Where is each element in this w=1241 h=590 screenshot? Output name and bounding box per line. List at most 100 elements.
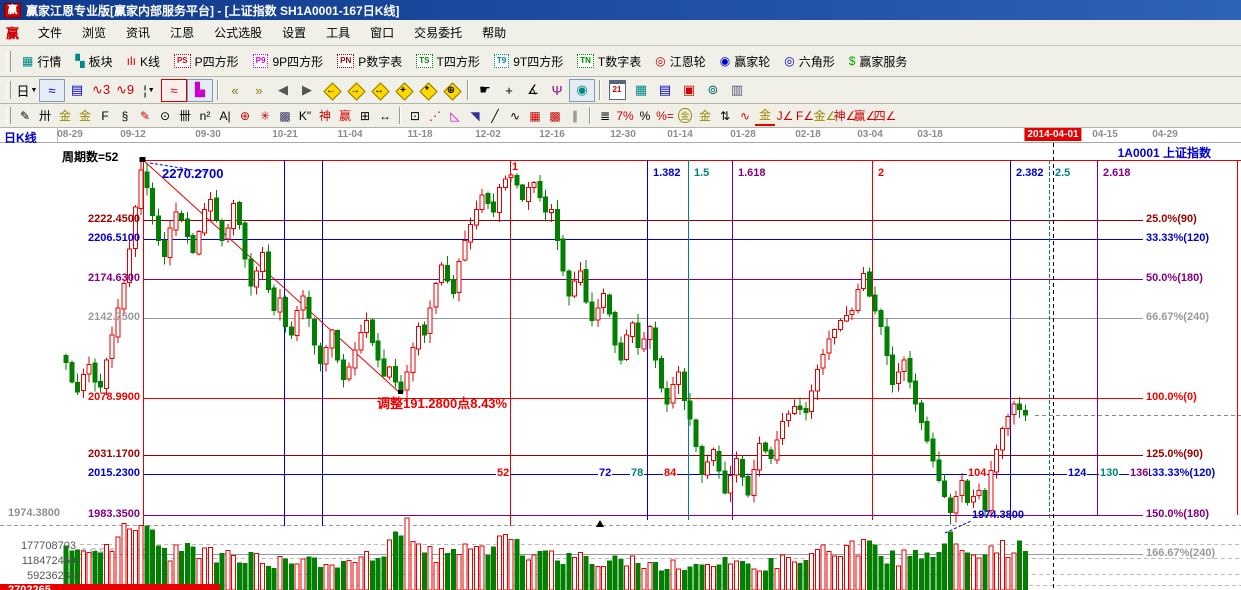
drag-hand-button[interactable]: ☛ bbox=[473, 80, 497, 101]
workstation-button[interactable]: ▥ bbox=[725, 80, 749, 101]
gold-angle-button[interactable]: 金∠ bbox=[815, 106, 835, 125]
title-bar[interactable]: 赢 赢家江恩专业版[赢家内部服务平台] - [上证指数 SH1A0001-167… bbox=[0, 0, 1241, 20]
t-table-button[interactable]: TNT数字表 bbox=[570, 51, 648, 72]
pct-seven-button[interactable]: 7% bbox=[615, 106, 635, 125]
pct-button[interactable]: % bbox=[635, 106, 655, 125]
period-day-button[interactable]: 日▼ bbox=[15, 80, 39, 101]
ray-box-navy-button[interactable]: ◥ bbox=[465, 106, 485, 125]
grid-red-2-button[interactable]: ▩ bbox=[545, 106, 565, 125]
slant-lines-button[interactable]: ∥ bbox=[565, 106, 585, 125]
hexagon-button[interactable]: ◎六角形 bbox=[777, 51, 842, 72]
next-bar-button[interactable]: ▶ bbox=[295, 80, 319, 101]
service-button[interactable]: $赢家服务 bbox=[842, 51, 915, 72]
four-angle-button[interactable]: 四∠ bbox=[875, 106, 895, 125]
zigzag-tool-button[interactable]: ∿ bbox=[505, 106, 525, 125]
smart-analysis-button[interactable]: ◉ bbox=[569, 79, 595, 102]
bar-compare-button[interactable]: ≣ bbox=[595, 106, 615, 125]
ying-grid-button[interactable]: 赢 bbox=[335, 106, 355, 125]
t-square-button[interactable]: TST四方形 bbox=[409, 51, 487, 72]
quote-button[interactable]: ▦行情 bbox=[15, 51, 68, 72]
a-wave-red-button[interactable]: ∿ bbox=[735, 106, 755, 125]
f-grid-button[interactable]: F bbox=[95, 106, 115, 125]
structure-tree-button[interactable]: Ψ bbox=[545, 80, 569, 101]
menu-item-7[interactable]: 窗口 bbox=[361, 21, 403, 44]
toolbar-grip[interactable] bbox=[6, 107, 11, 123]
pen-updown-button[interactable]: ⇅ bbox=[715, 106, 735, 125]
ying-angle-button[interactable]: 赢∠ bbox=[855, 106, 875, 125]
p-table-button[interactable]: PNP数字表 bbox=[330, 51, 409, 72]
menu-item-1[interactable]: 浏览 bbox=[73, 21, 115, 44]
shen-angle-button[interactable]: 神∠ bbox=[835, 106, 855, 125]
grid-123-button[interactable]: ⊞ bbox=[355, 106, 375, 125]
menu-item-5[interactable]: 设置 bbox=[273, 21, 315, 44]
ray-box-magenta-button[interactable]: ◺ bbox=[445, 106, 465, 125]
gold-circle-button[interactable]: 金 bbox=[675, 106, 695, 125]
notes-button[interactable]: ▤ bbox=[653, 80, 677, 101]
span-arrows-button[interactable]: ↔ bbox=[375, 106, 395, 125]
p-square-button[interactable]: PSP四方形 bbox=[167, 51, 246, 72]
menu-item-9[interactable]: 帮助 bbox=[473, 21, 515, 44]
gold-grid-2-button[interactable]: 金 bbox=[75, 106, 95, 125]
first-bar-button[interactable]: « bbox=[223, 80, 247, 101]
candle-style-button[interactable]: ¦▼ bbox=[137, 80, 161, 101]
prev-bar-button[interactable]: ◀ bbox=[271, 80, 295, 101]
box-tool-button[interactable]: ⊡ bbox=[405, 106, 425, 125]
brush-red-button[interactable]: ✎ bbox=[135, 106, 155, 125]
gold-redline-button[interactable]: 金 bbox=[755, 105, 775, 126]
shift-left-button[interactable]: ← bbox=[319, 80, 343, 101]
menu-item-8[interactable]: 交易委托 bbox=[405, 21, 471, 44]
grid-44-button[interactable]: 卌 bbox=[175, 106, 195, 125]
menu-item-0[interactable]: 文件 bbox=[29, 21, 71, 44]
net-sync-button[interactable]: ⊚ bbox=[701, 80, 725, 101]
save-button[interactable]: ▣ bbox=[677, 80, 701, 101]
gann-clock-button[interactable]: ⊙ bbox=[155, 106, 175, 125]
zoom-in-button[interactable]: + bbox=[391, 80, 415, 101]
shen-grid-button[interactable]: 神 bbox=[315, 106, 335, 125]
gann-wheel-button[interactable]: ◎江恩轮 bbox=[648, 51, 713, 72]
kline-button[interactable]: ılıK线 bbox=[120, 51, 167, 72]
n-square-button[interactable]: n² bbox=[195, 106, 215, 125]
pct-lines-button[interactable]: %= bbox=[655, 106, 675, 125]
web-grid-button[interactable]: ▩ bbox=[275, 106, 295, 125]
menu-item-3[interactable]: 江恩 bbox=[161, 21, 203, 44]
wave-9-button[interactable]: ∿9 bbox=[113, 80, 137, 101]
menu-item-6[interactable]: 工具 bbox=[317, 21, 359, 44]
toolbar-grip[interactable] bbox=[6, 51, 11, 72]
shift-right-button[interactable]: → bbox=[343, 80, 367, 101]
grid-tool-button[interactable]: 卅 bbox=[35, 106, 55, 125]
fit-all-button[interactable]: ⊕ bbox=[439, 80, 463, 101]
k-mark-button[interactable]: K" bbox=[295, 106, 315, 125]
web-star-button[interactable]: ✳ bbox=[255, 106, 275, 125]
calendar-button[interactable]: 21 bbox=[605, 80, 629, 101]
angle-measure-button[interactable]: ∡ bbox=[521, 80, 545, 101]
ray-fan-red-button[interactable]: ⋰ bbox=[425, 106, 445, 125]
toolbar-grip[interactable] bbox=[6, 81, 11, 99]
expand-h-button[interactable]: ↔ bbox=[367, 80, 391, 101]
a-line-button[interactable]: A| bbox=[215, 106, 235, 125]
map-overview-button[interactable]: ≈ bbox=[39, 79, 65, 102]
kline-chart-canvas[interactable] bbox=[0, 143, 1241, 590]
trend-pen-button[interactable]: ╱ bbox=[485, 106, 505, 125]
crosshair-button[interactable]: + bbox=[497, 80, 521, 101]
last-bar-button[interactable]: » bbox=[247, 80, 271, 101]
winner-wheel-button[interactable]: ◉赢家轮 bbox=[713, 51, 778, 72]
info-panel-button[interactable]: ▤ bbox=[65, 80, 89, 101]
wave-3-button[interactable]: ∿3 bbox=[89, 80, 113, 101]
gold-lines-button[interactable]: 金 bbox=[695, 106, 715, 125]
compass-red-button[interactable]: ⊕ bbox=[235, 106, 255, 125]
gold-grid-1-button[interactable]: 金 bbox=[55, 106, 75, 125]
f-angle-button[interactable]: F∠ bbox=[795, 106, 815, 125]
map-red-button[interactable]: ≈ bbox=[161, 79, 187, 102]
grid-red-1-button[interactable]: ▦ bbox=[525, 106, 545, 125]
sector-button[interactable]: ▚板块 bbox=[68, 51, 119, 72]
calculator-button[interactable]: ▦ bbox=[629, 80, 653, 101]
menu-item-4[interactable]: 公式选股 bbox=[205, 21, 271, 44]
9p-square-button[interactable]: P99P四方形 bbox=[246, 51, 330, 72]
menu-item-2[interactable]: 资讯 bbox=[117, 21, 159, 44]
zoom-out-button[interactable]: * bbox=[415, 80, 439, 101]
profile-histogram-button[interactable]: ▙ bbox=[187, 79, 213, 102]
draw-pencil-button[interactable]: ✎ bbox=[15, 106, 35, 125]
9t-square-button[interactable]: T99T四方形 bbox=[487, 51, 570, 72]
spiral-button[interactable]: § bbox=[115, 106, 135, 125]
j-angle-button[interactable]: J∠ bbox=[775, 106, 795, 125]
